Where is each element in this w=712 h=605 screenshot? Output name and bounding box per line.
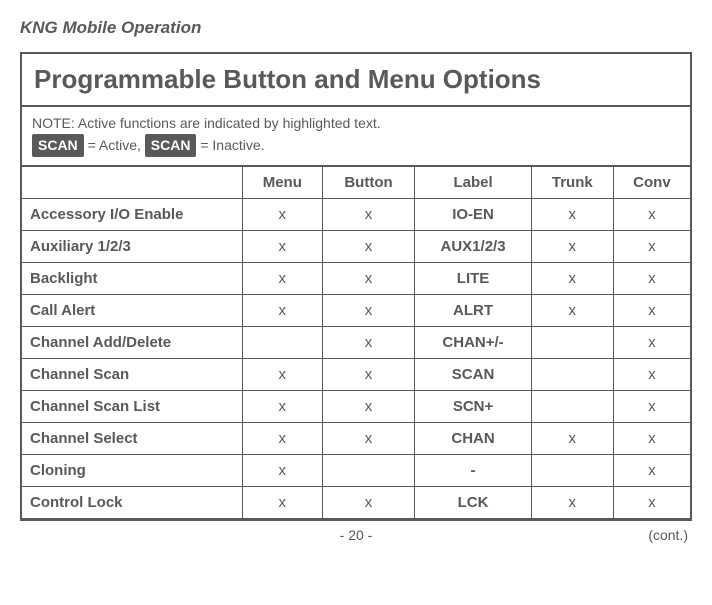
cell-conv: x (613, 295, 690, 327)
table-row: Auxiliary 1/2/3xxAUX1/2/3xx (22, 231, 690, 263)
table-row: BacklightxxLITExx (22, 263, 690, 295)
cell-name: Control Lock (22, 487, 242, 519)
col-head-menu: Menu (242, 167, 322, 199)
cell-menu (242, 327, 322, 359)
cell-name: Cloning (22, 455, 242, 487)
cell-menu: x (242, 487, 322, 519)
cell-conv: x (613, 199, 690, 231)
cell-button: x (322, 487, 415, 519)
active-text: = Active, (88, 137, 145, 153)
footer: - 20 - (cont.) (20, 527, 692, 543)
cell-trunk (531, 391, 613, 423)
cell-label: IO-EN (415, 199, 531, 231)
cell-name: Channel Scan (22, 359, 242, 391)
cell-button: x (322, 295, 415, 327)
cell-name: Channel Scan List (22, 391, 242, 423)
cell-label: CHAN (415, 423, 531, 455)
cell-menu: x (242, 199, 322, 231)
cell-button: x (322, 423, 415, 455)
doc-header: KNG Mobile Operation (20, 18, 692, 38)
note-prefix: NOTE: Active functions are indicated by … (32, 115, 381, 131)
cell-trunk: x (531, 487, 613, 519)
cell-conv: x (613, 455, 690, 487)
cell-label: ALRT (415, 295, 531, 327)
cell-label: LITE (415, 263, 531, 295)
cell-trunk: x (531, 263, 613, 295)
cell-button: x (322, 263, 415, 295)
cell-name: Channel Add/Delete (22, 327, 242, 359)
page-number: - 20 - (84, 527, 628, 543)
cell-menu: x (242, 295, 322, 327)
cell-trunk (531, 359, 613, 391)
cell-trunk: x (531, 231, 613, 263)
inactive-text: = Inactive. (200, 137, 264, 153)
table-row: Control LockxxLCKxx (22, 487, 690, 519)
footer-spacer (24, 527, 84, 543)
cell-button (322, 455, 415, 487)
cell-name: Backlight (22, 263, 242, 295)
cell-label: AUX1/2/3 (415, 231, 531, 263)
cell-name: Call Alert (22, 295, 242, 327)
options-table: Menu Button Label Trunk Conv Accessory I… (22, 167, 690, 519)
cell-menu: x (242, 231, 322, 263)
cell-conv: x (613, 423, 690, 455)
cell-conv: x (613, 391, 690, 423)
cell-trunk (531, 455, 613, 487)
cell-conv: x (613, 487, 690, 519)
cell-label: SCAN (415, 359, 531, 391)
cell-trunk (531, 327, 613, 359)
cell-name: Auxiliary 1/2/3 (22, 231, 242, 263)
col-head-conv: Conv (613, 167, 690, 199)
note-row: NOTE: Active functions are indicated by … (22, 107, 690, 167)
col-head-trunk: Trunk (531, 167, 613, 199)
cell-button: x (322, 231, 415, 263)
cell-conv: x (613, 263, 690, 295)
cell-menu: x (242, 263, 322, 295)
cell-conv: x (613, 327, 690, 359)
cell-menu: x (242, 423, 322, 455)
table-row: Channel Add/DeletexCHAN+/-x (22, 327, 690, 359)
cell-name: Accessory I/O Enable (22, 199, 242, 231)
cell-trunk: x (531, 423, 613, 455)
cell-conv: x (613, 359, 690, 391)
cell-label: LCK (415, 487, 531, 519)
table-row: Channel SelectxxCHANxx (22, 423, 690, 455)
inactive-tag: SCAN (145, 134, 197, 157)
table-header-row: Menu Button Label Trunk Conv (22, 167, 690, 199)
table-row: Call AlertxxALRTxx (22, 295, 690, 327)
cell-button: x (322, 359, 415, 391)
cell-button: x (322, 327, 415, 359)
cell-name: Channel Select (22, 423, 242, 455)
cell-menu: x (242, 455, 322, 487)
cell-trunk: x (531, 295, 613, 327)
section-title: Programmable Button and Menu Options (22, 54, 690, 107)
table-row: Cloningx-x (22, 455, 690, 487)
options-box: Programmable Button and Menu Options NOT… (20, 52, 692, 521)
cell-button: x (322, 391, 415, 423)
cell-label: - (415, 455, 531, 487)
cell-menu: x (242, 359, 322, 391)
cell-conv: x (613, 231, 690, 263)
col-head-name (22, 167, 242, 199)
col-head-button: Button (322, 167, 415, 199)
active-tag: SCAN (32, 134, 84, 157)
continuation-label: (cont.) (628, 527, 688, 543)
table-row: Channel Scan ListxxSCN+x (22, 391, 690, 423)
col-head-label: Label (415, 167, 531, 199)
cell-button: x (322, 199, 415, 231)
cell-label: CHAN+/- (415, 327, 531, 359)
table-row: Channel ScanxxSCANx (22, 359, 690, 391)
table-row: Accessory I/O EnablexxIO-ENxx (22, 199, 690, 231)
cell-label: SCN+ (415, 391, 531, 423)
cell-trunk: x (531, 199, 613, 231)
cell-menu: x (242, 391, 322, 423)
